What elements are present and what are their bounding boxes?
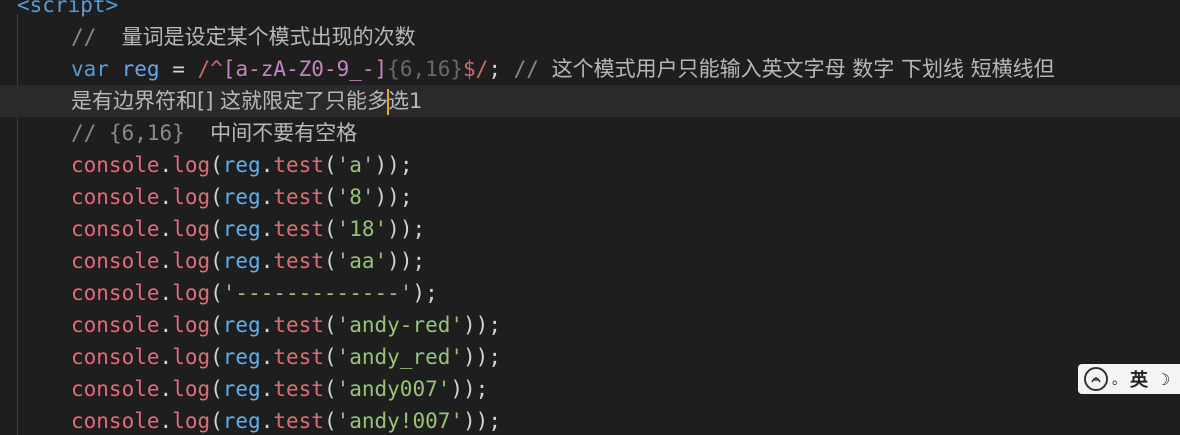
code-line[interactable]: // {6,16} 中间不要有空格: [0, 117, 1180, 149]
string-argument: 'aa': [336, 249, 388, 273]
log-function: log: [172, 217, 211, 241]
log-function: log: [172, 409, 211, 433]
ime-logo-icon[interactable]: [1084, 367, 1108, 391]
string-argument: '-------------': [222, 281, 413, 305]
regex-variable: reg: [222, 217, 261, 241]
console-statement: console.log(reg.test('18'));: [71, 217, 426, 241]
script-tag: <script>: [17, 0, 119, 17]
moon-icon[interactable]: ☽: [1156, 370, 1170, 389]
console-statement: console.log(reg.test('8'));: [71, 185, 413, 209]
code-line[interactable]: var reg = /^[a-zA-Z0-9_-]{6,16}$/; // 这个…: [0, 53, 1180, 85]
regex-variable: reg: [222, 249, 261, 273]
comment-text: 这个模式用户只能输入英文字母 数字 下划线 短横线但: [551, 57, 1055, 81]
comment-text: 中间不要有空格: [210, 121, 358, 145]
code-line[interactable]: console.log(reg.test('a'));: [0, 149, 1180, 181]
variable-name: reg: [121, 57, 160, 81]
semicolon: ;: [488, 57, 501, 81]
console-statement: console.log(reg.test('a'));: [71, 153, 413, 177]
code-line[interactable]: console.log(reg.test('andy_red'));: [0, 341, 1180, 373]
comment-slashes: //: [71, 121, 97, 145]
test-method: test: [273, 185, 324, 209]
test-method: test: [273, 377, 324, 401]
code-line[interactable]: <script>: [0, 0, 1180, 21]
test-method: test: [273, 345, 324, 369]
console-statement: console.log(reg.test('andy!007'));: [71, 409, 501, 433]
string-argument: 'andy007': [336, 377, 451, 401]
console-object: console: [71, 153, 160, 177]
regex-open: /^: [197, 57, 223, 81]
string-argument: '8': [336, 185, 375, 209]
console-statement: console.log(reg.test('andy-red'));: [71, 313, 501, 337]
console-object: console: [71, 345, 160, 369]
ime-language-toggle[interactable]: 英: [1130, 366, 1148, 392]
log-function: log: [172, 313, 211, 337]
regex-close: $/: [463, 57, 489, 81]
console-object: console: [71, 185, 160, 209]
console-statement: console.log(reg.test('aa'));: [71, 249, 426, 273]
regex-variable: reg: [222, 185, 261, 209]
regex-variable: reg: [222, 345, 261, 369]
log-function: log: [172, 377, 211, 401]
console-statement: console.log(reg.test('andy_red'));: [71, 345, 501, 369]
test-method: test: [273, 153, 324, 177]
comment-continuation: 是有边界符和[] 这就限定了只能多选1: [71, 85, 422, 117]
console-statement: console.log('-------------');: [71, 281, 438, 305]
code-line[interactable]: console.log('-------------');: [0, 277, 1180, 309]
string-argument: 'a': [336, 153, 375, 177]
test-method: test: [273, 249, 324, 273]
keyword-var: var: [71, 57, 109, 81]
test-method: test: [273, 313, 324, 337]
code-editor[interactable]: <script> // 量词是设定某个模式出现的次数 var reg = /^[…: [0, 0, 1180, 435]
code-line[interactable]: console.log(reg.test('andy-red'));: [0, 309, 1180, 341]
test-method: test: [273, 217, 324, 241]
var-declaration: var reg = /^[a-zA-Z0-9_-]{6,16}$/; // 这个…: [71, 53, 1055, 85]
regex-variable: reg: [222, 377, 261, 401]
comment-text: 量词是设定某个模式出现的次数: [121, 25, 416, 49]
regex-quantifier: {6,16}: [387, 57, 464, 81]
comment: // {6,16} 中间不要有空格: [71, 117, 357, 149]
string-argument: 'andy!007': [336, 409, 464, 433]
ime-toolbar[interactable]: 。 英 ☽: [1078, 364, 1180, 394]
comment: // 量词是设定某个模式出现的次数: [71, 21, 416, 53]
comment-slashes: //: [71, 25, 97, 49]
log-function: log: [172, 153, 211, 177]
code-line[interactable]: // 量词是设定某个模式出现的次数: [0, 21, 1180, 53]
comment-text-before-cursor: 是有边界符和[] 这就限定了只能多: [71, 89, 389, 113]
console-object: console: [71, 281, 160, 305]
regex-variable: reg: [222, 409, 261, 433]
assign-operator: =: [172, 57, 185, 81]
regex-char-class: [a-zA-Z0-9_-]: [222, 57, 388, 81]
code-line[interactable]: console.log(reg.test('aa'));: [0, 245, 1180, 277]
code-line-current[interactable]: 是有边界符和[] 这就限定了只能多选1: [0, 85, 1180, 117]
comment-slashes: //: [513, 57, 539, 81]
string-argument: 'andy-red': [336, 313, 464, 337]
console-object: console: [71, 409, 160, 433]
test-method: test: [273, 409, 324, 433]
regex-variable: reg: [222, 153, 261, 177]
code-line[interactable]: console.log(reg.test('andy!007'));: [0, 405, 1180, 435]
ime-punctuation-mode[interactable]: 。: [1112, 369, 1126, 389]
code-line[interactable]: console.log(reg.test('8'));: [0, 181, 1180, 213]
console-object: console: [71, 313, 160, 337]
log-function: log: [172, 281, 211, 305]
string-argument: '18': [336, 217, 388, 241]
string-argument: 'andy_red': [336, 345, 464, 369]
comment-text-after-cursor: 选1: [388, 89, 423, 113]
code-line[interactable]: console.log(reg.test('18'));: [0, 213, 1180, 245]
console-object: console: [71, 249, 160, 273]
log-function: log: [172, 185, 211, 209]
console-object: console: [71, 217, 160, 241]
log-function: log: [172, 249, 211, 273]
code-line[interactable]: console.log(reg.test('andy007'));: [0, 373, 1180, 405]
regex-variable: reg: [222, 313, 261, 337]
comment-code: {6,16}: [108, 121, 185, 145]
console-statement: console.log(reg.test('andy007'));: [71, 377, 489, 401]
log-function: log: [172, 345, 211, 369]
console-object: console: [71, 377, 160, 401]
